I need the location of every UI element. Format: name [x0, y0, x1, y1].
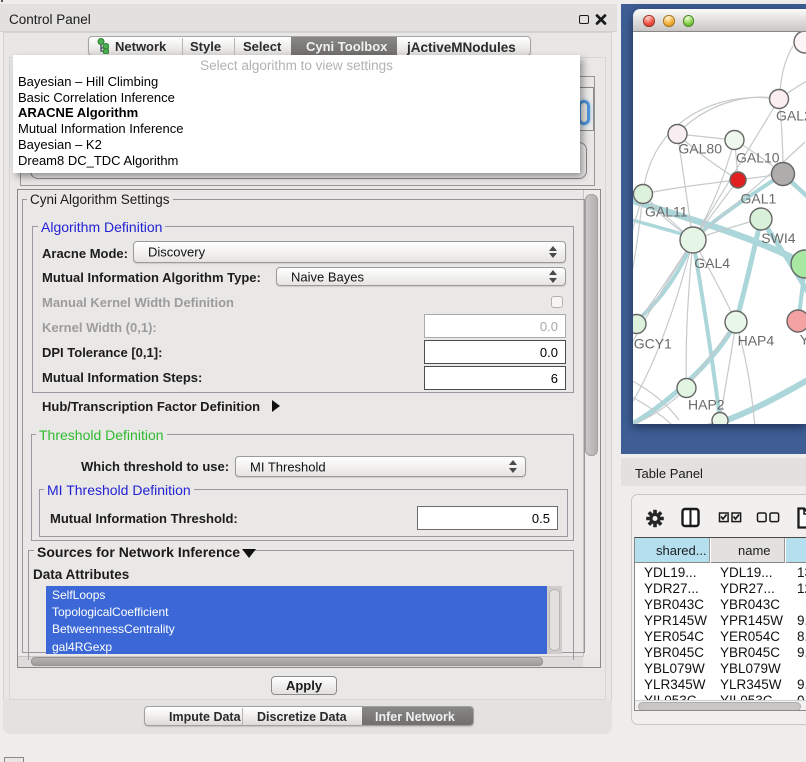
svg-text:GAL10: GAL10	[736, 149, 780, 165]
svg-text:SWI4: SWI4	[761, 230, 795, 246]
svg-text:HAP4: HAP4	[738, 333, 775, 349]
svg-text:GAL4: GAL4	[694, 255, 730, 271]
svg-text:HAP2: HAP2	[688, 396, 725, 412]
svg-text:GAL1: GAL1	[741, 191, 777, 207]
svg-text:GAL80: GAL80	[678, 141, 722, 157]
svg-text:GAL11: GAL11	[645, 204, 688, 220]
svg-text:GAL2: GAL2	[776, 108, 806, 124]
svg-text:GCY1: GCY1	[634, 336, 672, 352]
svg-text:YM: YM	[800, 331, 806, 347]
